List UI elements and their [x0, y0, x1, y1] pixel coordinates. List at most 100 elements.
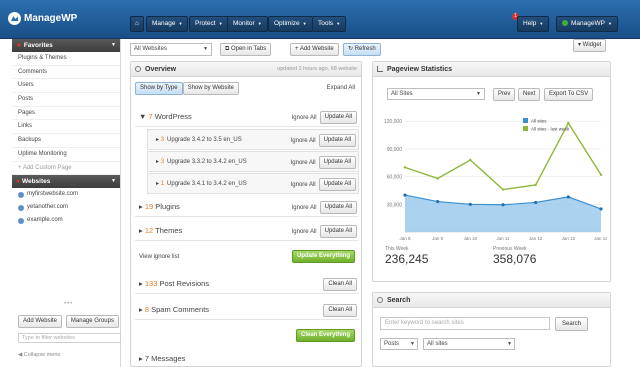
- messages-row[interactable]: ▸ 7 Messages: [135, 349, 359, 367]
- favorites-header[interactable]: ★ Favorites ▼: [12, 39, 120, 52]
- plugins-text: Plugins: [155, 202, 180, 211]
- post-revisions-row[interactable]: ▸ 133 Post Revisions Clean All: [135, 274, 359, 294]
- ignore-all-link[interactable]: Ignore All: [292, 115, 317, 121]
- update-all-button[interactable]: Update All: [319, 201, 357, 214]
- website-select[interactable]: All Websites ▼: [130, 43, 212, 56]
- post-revisions-count: 133: [144, 279, 158, 288]
- ignore-all-link[interactable]: Ignore All: [291, 160, 316, 166]
- show-by-website-tab[interactable]: Show by Website: [182, 82, 239, 95]
- export-csv-button[interactable]: Export To CSV: [544, 88, 594, 101]
- expand-all-link[interactable]: Expand All: [327, 85, 355, 91]
- sidebar-item-plugins-themes[interactable]: Plugins & Themes: [12, 52, 120, 66]
- x-tick-label: Jan 9: [432, 236, 444, 241]
- upgrade-row[interactable]: ▸ 3 Upgrade 3.3.2 to 3.4.2 en_US Ignore A…: [147, 151, 359, 172]
- overview-header[interactable]: Overview updated 2 hours ago, 68 website: [131, 62, 361, 77]
- data-point-all-sites-last-week: [436, 177, 439, 180]
- website-item[interactable]: myfirstwebsite.com: [12, 188, 120, 201]
- sidebar-item-backups[interactable]: Backups: [12, 134, 120, 148]
- search-type-select[interactable]: Posts ▼: [380, 338, 418, 350]
- widget-button[interactable]: ▾ Widget: [573, 39, 607, 52]
- overview-updated-text: updated 2 hours ago, 68 website: [277, 66, 357, 72]
- upgrade-row[interactable]: ▸ 1 Upgrade 3.4.1 to 3.4.2 en_US Ignore A…: [147, 173, 359, 194]
- refresh-icon: ↻: [348, 46, 355, 52]
- nav-optimize[interactable]: Optimize ▼: [268, 16, 313, 32]
- themes-row[interactable]: ▸ 12 Themes Ignore All Update All: [135, 221, 359, 241]
- ignore-all-link[interactable]: Ignore All: [291, 138, 316, 144]
- clean-all-button[interactable]: Clean All: [323, 304, 357, 317]
- website-name: myfirstwebsite.com: [27, 191, 79, 198]
- y-tick-label: 60,000: [387, 175, 403, 181]
- chevron-down-icon: ▼: [111, 42, 116, 48]
- show-by-type-tab[interactable]: Show by Type: [135, 82, 183, 95]
- account-icon: [562, 20, 568, 27]
- stats-site-select[interactable]: All Sites ▼: [387, 88, 485, 100]
- ignore-all-link[interactable]: Ignore All: [292, 229, 317, 235]
- ignore-all-link[interactable]: Ignore All: [292, 205, 317, 211]
- websites-header[interactable]: ● Websites ▼: [12, 175, 120, 189]
- search-header[interactable]: Search: [373, 293, 610, 308]
- website-name: yetanother.com: [27, 204, 69, 211]
- sidebar-item-links[interactable]: Links: [12, 120, 120, 135]
- update-all-button[interactable]: Update All: [318, 178, 356, 191]
- data-point-all-sites: [468, 202, 472, 206]
- search-site-select[interactable]: All sites ▼: [423, 338, 515, 350]
- nav-tools-label: Tools: [318, 20, 334, 27]
- spam-comments-row[interactable]: ▸ 8 Spam Comments Clean All: [135, 300, 359, 320]
- star-icon: ★: [16, 42, 22, 49]
- series-line-all-sites-last-week: [404, 121, 602, 191]
- upgrade-row[interactable]: ▸ 3 Upgrade 3.4.2 to 3.5 en_US Ignore All…: [147, 129, 359, 150]
- sidebar-item-users[interactable]: Users: [12, 79, 120, 94]
- sidebar-item-uptime-monitoring[interactable]: Uptime Monitoring: [12, 148, 120, 162]
- post-revisions-label: ▸ 133 Post Revisions: [139, 274, 209, 294]
- nav-manage[interactable]: Manage ▼: [146, 16, 189, 32]
- sidebar-item-pages[interactable]: Pages: [12, 107, 120, 121]
- website-item[interactable]: yetanother.com: [12, 201, 120, 214]
- clean-everything-button[interactable]: Clean Everything: [295, 329, 355, 342]
- data-point-all-sites-last-week: [567, 121, 570, 125]
- account-menu[interactable]: ManageWP ▼: [556, 16, 618, 32]
- plugins-row[interactable]: ▸ 19 Plugins Ignore All Update All: [135, 197, 359, 217]
- resize-handle[interactable]: •••: [64, 301, 73, 307]
- website-item[interactable]: example.com: [12, 214, 120, 227]
- add-website-button[interactable]: Add Website: [18, 315, 62, 328]
- stats-site-select-value: All Sites: [391, 91, 413, 97]
- home-button[interactable]: ⌂: [130, 16, 144, 32]
- manage-groups-button[interactable]: Manage Groups: [65, 315, 119, 328]
- left-sidebar: ★ Favorites ▼ Plugins & Themes Comments U…: [12, 39, 121, 367]
- add-custom-page-link[interactable]: + Add Custom Page: [12, 162, 120, 176]
- x-tick-label: Jan 13: [562, 236, 576, 241]
- nav-optimize-label: Optimize: [274, 20, 300, 27]
- nav-help[interactable]: Help ▼: [517, 16, 550, 32]
- update-all-button[interactable]: Update All: [318, 134, 356, 147]
- top-navigation-bar: ManageWP ⌂ Manage ▼ Protect ▼ Monitor ▼ Opt…: [0, 0, 640, 39]
- wordpress-row[interactable]: ▼ 7 WordPress Ignore All Update All: [135, 107, 359, 127]
- stats-header[interactable]: Pageview Statistics: [373, 62, 610, 77]
- next-button[interactable]: Next: [518, 88, 541, 101]
- caret-down-icon: ▼: [539, 21, 544, 26]
- sidebar-item-comments[interactable]: Comments: [12, 66, 120, 80]
- clean-all-button[interactable]: Clean All: [323, 278, 357, 291]
- update-everything-button[interactable]: Update Everything: [291, 250, 355, 263]
- open-in-tabs-button[interactable]: ⧉ Open in Tabs: [220, 43, 272, 56]
- view-ignore-list-link[interactable]: View ignore list: [139, 254, 179, 260]
- nav-monitor[interactable]: Monitor ▼: [227, 16, 268, 32]
- nav-protect[interactable]: Protect ▼: [189, 16, 229, 32]
- sidebar-item-posts[interactable]: Posts: [12, 93, 120, 107]
- refresh-button[interactable]: ↻ Refresh: [343, 43, 381, 56]
- overview-title: Overview: [145, 66, 177, 73]
- filter-websites-input[interactable]: Type to filter websites: [18, 333, 121, 343]
- update-all-button[interactable]: Update All: [319, 225, 357, 238]
- legend-label-all-sites: All sites: [531, 119, 547, 124]
- ignore-all-link[interactable]: Ignore All: [291, 182, 316, 188]
- update-all-button[interactable]: Update All: [318, 156, 356, 169]
- prev-button[interactable]: Prev: [493, 88, 516, 101]
- brand-logo[interactable]: ManageWP: [8, 12, 77, 25]
- themes-text: Themes: [155, 226, 183, 235]
- update-all-button[interactable]: Update All: [319, 111, 357, 124]
- collapse-menu-link[interactable]: ◀ Collapse menu: [18, 352, 60, 358]
- search-button[interactable]: Search: [555, 317, 589, 331]
- overview-panel: Overview updated 2 hours ago, 68 website…: [130, 61, 362, 367]
- search-sites-input[interactable]: Enter keyword to search sites: [380, 317, 550, 330]
- nav-tools[interactable]: Tools ▼: [312, 16, 347, 32]
- add-website-toolbar-button[interactable]: + Add Website: [290, 43, 339, 56]
